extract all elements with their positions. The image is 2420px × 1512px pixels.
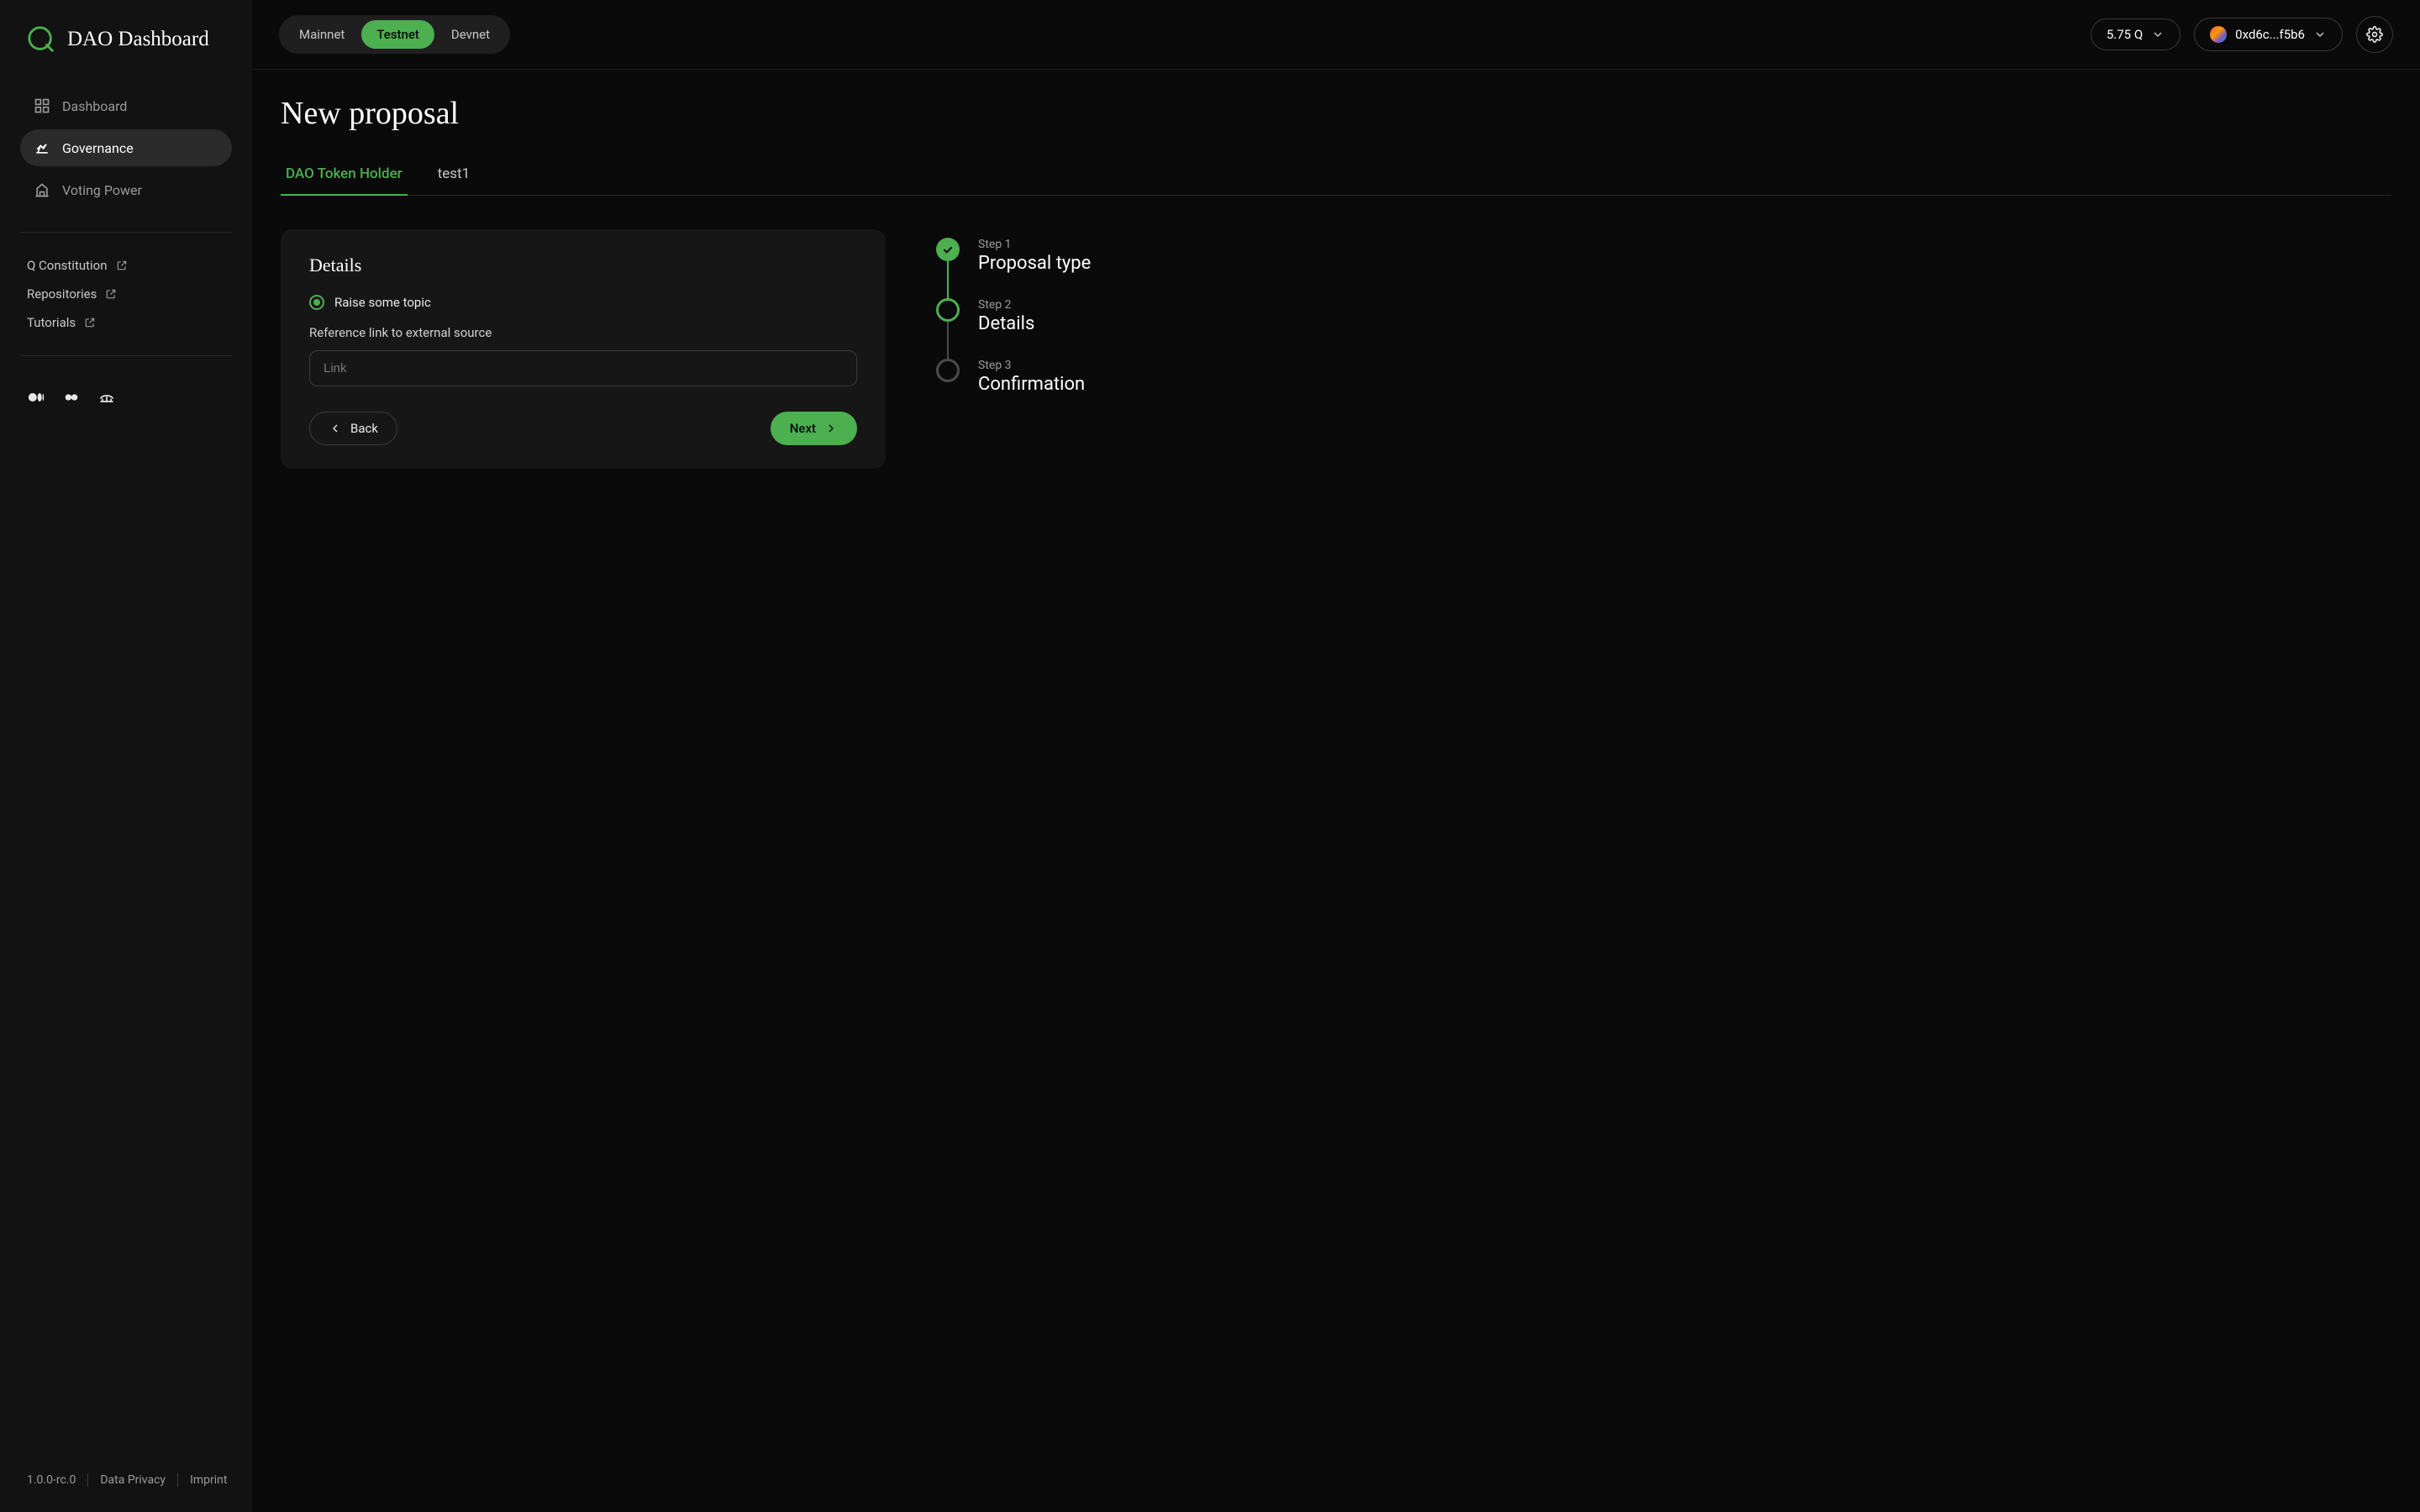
network-pill-devnet[interactable]: Devnet — [436, 20, 505, 49]
balance-button[interactable]: 5.75 Q — [2091, 18, 2181, 50]
reference-link-input[interactable] — [309, 350, 857, 386]
card-title: Details — [309, 255, 857, 276]
step-done-icon — [936, 238, 960, 261]
sidebar-logo[interactable]: DAO Dashboard — [20, 25, 232, 54]
app-title: DAO Dashboard — [67, 28, 209, 51]
network-pill-mainnet[interactable]: Mainnet — [284, 20, 360, 49]
content: New proposal DAO Token Holder test1 Deta… — [252, 70, 2420, 1512]
ext-link-label: Q Constitution — [27, 258, 108, 273]
wallet-avatar-icon — [2210, 26, 2227, 43]
settings-button[interactable] — [2356, 16, 2393, 53]
page-title: New proposal — [281, 95, 2391, 132]
wallet-address: 0xd6c...f5b6 — [2235, 27, 2305, 42]
step-title: Proposal type — [978, 253, 1091, 274]
q-logo-icon — [27, 25, 55, 54]
step-overline: Step 2 — [978, 298, 1034, 312]
radio-raise-topic[interactable]: Raise some topic — [309, 295, 857, 310]
sidebar-item-governance[interactable]: Governance — [20, 129, 232, 166]
sidebar-divider — [20, 355, 232, 356]
sidebar-item-voting-power[interactable]: Voting Power — [20, 171, 232, 208]
next-button-label: Next — [790, 421, 816, 436]
details-card: Details Raise some topic Reference link … — [281, 229, 886, 469]
step-proposal-type: Step 1 Proposal type — [936, 238, 1091, 298]
stepper: Step 1 Proposal type Step 2 Details — [936, 229, 1091, 417]
gear-icon — [2366, 26, 2383, 43]
reference-link-label: Reference link to external source — [309, 325, 857, 340]
ext-link-repositories[interactable]: Repositories — [20, 280, 232, 308]
footer-privacy[interactable]: Data Privacy — [100, 1473, 166, 1487]
tab-dao-token-holder[interactable]: DAO Token Holder — [281, 157, 408, 196]
network-pill-testnet[interactable]: Testnet — [361, 20, 434, 49]
ext-link-tutorials[interactable]: Tutorials — [20, 308, 232, 337]
external-link-icon — [105, 288, 117, 300]
chevron-down-icon — [2151, 28, 2165, 41]
topbar: Mainnet Testnet Devnet 5.75 Q 0xd6c...f5… — [252, 0, 2420, 70]
step-title: Confirmation — [978, 374, 1085, 395]
social-medium-icon[interactable] — [27, 388, 45, 407]
network-switcher: Mainnet Testnet Devnet — [279, 15, 510, 54]
main: Mainnet Testnet Devnet 5.75 Q 0xd6c...f5… — [252, 0, 2420, 1512]
sidebar-item-dashboard[interactable]: Dashboard — [20, 87, 232, 124]
step-confirmation: Step 3 Confirmation — [936, 359, 1091, 417]
next-button[interactable]: Next — [771, 412, 857, 445]
governance-icon — [34, 139, 50, 156]
external-link-icon — [84, 317, 96, 328]
back-button[interactable]: Back — [309, 412, 397, 445]
proposal-type-tabs: DAO Token Holder test1 — [281, 157, 2391, 196]
chevron-left-icon — [329, 422, 342, 435]
footer-imprint[interactable]: Imprint — [190, 1473, 227, 1487]
social-discord-icon[interactable] — [62, 388, 81, 407]
back-button-label: Back — [350, 421, 378, 436]
chevron-right-icon — [824, 422, 838, 435]
step-overline: Step 1 — [978, 238, 1091, 251]
step-current-icon — [936, 298, 960, 322]
social-bridge-icon[interactable] — [97, 388, 116, 407]
social-links — [20, 381, 232, 413]
chevron-down-icon — [2313, 28, 2327, 41]
wallet-button[interactable]: 0xd6c...f5b6 — [2194, 18, 2343, 51]
dashboard-icon — [34, 97, 50, 114]
radio-label: Raise some topic — [334, 295, 431, 310]
sidebar-divider — [20, 232, 232, 233]
step-pending-icon — [936, 359, 960, 382]
sidebar-item-label: Dashboard — [62, 98, 127, 114]
voting-power-icon — [34, 181, 50, 198]
footer-version[interactable]: 1.0.0-rc.0 — [27, 1473, 76, 1487]
balance-value: 5.75 Q — [2107, 27, 2143, 42]
ext-link-constitution[interactable]: Q Constitution — [20, 251, 232, 280]
sidebar: DAO Dashboard Dashboard Governance — [0, 0, 252, 1512]
external-link-icon — [116, 260, 128, 271]
sidebar-item-label: Governance — [62, 140, 134, 156]
tab-test1[interactable]: test1 — [433, 157, 475, 196]
step-title: Details — [978, 313, 1034, 334]
radio-selected-icon — [309, 295, 324, 310]
ext-link-label: Repositories — [27, 286, 97, 302]
sidebar-item-label: Voting Power — [62, 182, 142, 198]
ext-link-label: Tutorials — [27, 315, 76, 330]
step-details: Step 2 Details — [936, 298, 1091, 359]
sidebar-footer: 1.0.0-rc.0 Data Privacy Imprint — [20, 1473, 232, 1487]
step-overline: Step 3 — [978, 359, 1085, 372]
